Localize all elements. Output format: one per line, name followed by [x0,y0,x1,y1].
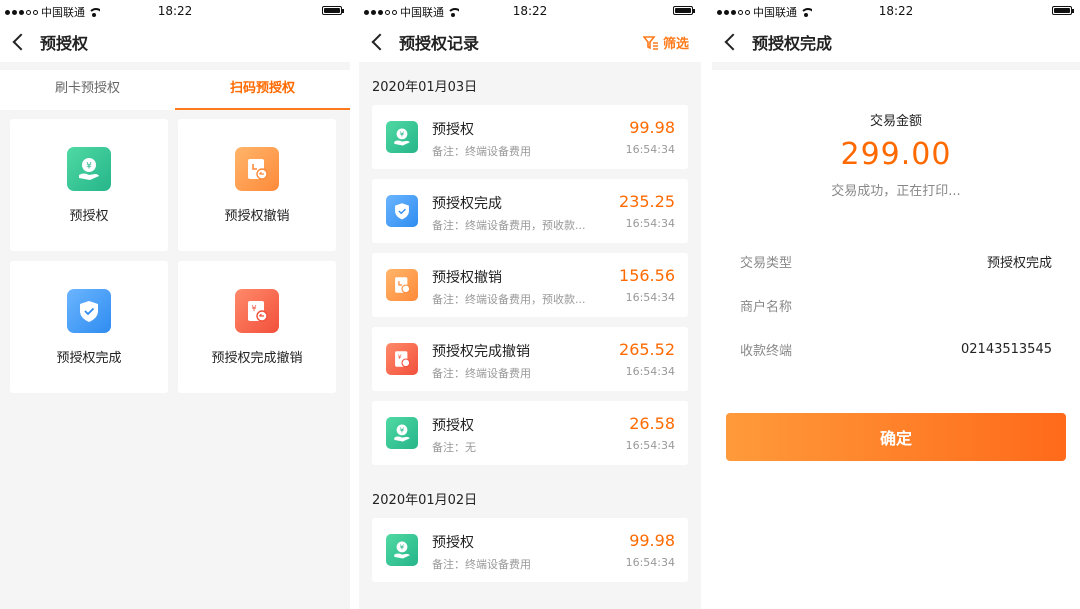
confirm-button[interactable]: 确定 [726,413,1066,461]
record-amount: 235.25 [619,192,675,211]
shield-check-icon [67,288,111,333]
record-item[interactable]: ¥ 预授权完成撤销 备注：终端设备费用 265.52 16:54:34 [372,327,688,391]
screen-preauth-records: 中国联通 18:22 预授权记录 筛选 2020年01月03日 ¥ 预授权 备注… [359,0,701,609]
record-time: 16:54:34 [625,556,675,569]
svg-text:¥: ¥ [400,427,405,435]
clock: 18:22 [512,4,548,18]
nav-bar: 预授权记录 筛选 [359,22,701,62]
date-header: 2020年01月03日 [372,80,478,95]
amount-value: 299.00 [840,137,952,172]
status-bar: 中国联通 18:22 [712,0,1080,22]
yuan-doc-undo-icon: ¥ [235,288,279,333]
status-message: 交易成功，正在打印... [831,184,961,199]
card-label: 预授权完成 [56,350,122,366]
record-name: 预授权 [432,535,474,551]
record-note: 备注：终端设备费用，预收款... [432,293,586,306]
svg-text:¥: ¥ [398,354,402,361]
page-title: 预授权记录 [399,34,480,53]
detail-row-terminal: 收款终端 02143513545 [740,327,1052,371]
record-item[interactable]: ¥ 预授权 备注：终端设备费用 99.98 16:54:34 [372,105,688,169]
detail-row-merchant: 商户名称 [740,283,1052,327]
clock: 18:22 [157,4,193,18]
svg-text:¥: ¥ [400,131,405,139]
back-arrow-icon[interactable] [359,22,399,62]
back-arrow-icon[interactable] [0,22,40,62]
filter-button[interactable]: 筛选 [642,33,689,52]
record-name: 预授权完成撤销 [432,344,530,360]
record-note: 备注：终端设备费用 [432,145,531,158]
divider [712,62,1080,70]
record-amount: 156.56 [619,266,675,285]
screen-preauth-complete-result: 中国联通 18:22 预授权完成 交易金额 299.00 交易成功，正在打印..… [712,0,1080,609]
receipt-undo-icon [386,269,418,301]
record-note: 备注：终端设备费用，预收款... [432,219,586,232]
page-title: 预授权完成 [752,34,833,53]
record-item[interactable]: ¥ 预授权 备注：终端设备费用 99.98 16:54:34 [372,518,688,582]
result-summary: 交易金额 299.00 交易成功，正在打印... [712,70,1080,199]
record-time: 16:54:34 [625,439,675,452]
screen-preauth-menu: 中国联通 18:22 预授权 刷卡预授权 扫码预授权 ¥ 预授权 预授权撤销 预… [0,0,350,609]
yuan-hand-icon: ¥ [386,417,418,449]
yuan-hand-icon: ¥ [67,146,111,191]
record-time: 16:54:34 [625,365,675,378]
detail-row-type: 交易类型 预授权完成 [740,239,1052,283]
nav-bar: 预授权完成 [712,22,1080,62]
record-time: 16:54:34 [625,291,675,304]
card-label: 预授权 [69,208,109,224]
filter-label: 筛选 [662,37,689,52]
battery-icon [322,6,344,15]
battery-icon [1052,6,1074,15]
record-amount: 265.52 [619,340,675,359]
yuan-hand-icon: ¥ [386,121,418,153]
svg-text:¥: ¥ [86,161,92,171]
detail-key: 商户名称 [740,299,793,315]
detail-key: 收款终端 [740,343,793,359]
detail-value: 02143513545 [961,341,1052,357]
record-amount: 26.58 [629,414,675,433]
yuan-doc-undo-icon: ¥ [386,343,418,375]
status-bar: 中国联通 18:22 [359,0,701,22]
record-item[interactable]: ¥ 预授权 备注：无 26.58 16:54:34 [372,401,688,465]
record-name: 预授权 [432,418,474,434]
status-bar: 中国联通 18:22 [0,0,350,22]
amount-label: 交易金额 [869,114,922,129]
record-note: 备注：终端设备费用 [432,367,531,380]
tab-scan-preauth[interactable]: 扫码预授权 [175,70,350,110]
record-name: 预授权 [432,122,474,138]
detail-list: 交易类型 预授权完成 商户名称 收款终端 02143513545 [712,239,1080,371]
nav-bar: 预授权 [0,22,350,62]
receipt-undo-icon [235,146,279,191]
page-title: 预授权 [40,34,89,53]
record-note: 备注：终端设备费用 [432,558,531,571]
detail-key: 交易类型 [740,255,793,271]
record-amount: 99.98 [629,531,675,550]
svg-text:¥: ¥ [400,544,405,552]
card-preauth-complete-cancel[interactable]: ¥ 预授权完成撤销 [178,261,336,393]
record-time: 16:54:34 [625,143,675,156]
record-amount: 99.98 [629,118,675,137]
clock: 18:22 [878,4,914,18]
date-header: 2020年01月02日 [372,493,478,508]
card-preauth-complete[interactable]: 预授权完成 [10,261,168,393]
yuan-hand-icon: ¥ [386,534,418,566]
action-grid: ¥ 预授权 预授权撤销 预授权完成 ¥ 预授权完成撤销 [0,110,350,402]
record-item[interactable]: 预授权完成 备注：终端设备费用，预收款... 235.25 16:54:34 [372,179,688,243]
record-note: 备注：无 [432,441,476,454]
tab-card-preauth[interactable]: 刷卡预授权 [0,70,175,110]
record-name: 预授权撤销 [432,270,502,286]
record-item[interactable]: 预授权撤销 备注：终端设备费用，预收款... 156.56 16:54:34 [372,253,688,317]
shield-check-icon [386,195,418,227]
card-preauth-cancel[interactable]: 预授权撤销 [178,119,336,251]
battery-icon [673,6,695,15]
detail-value: 预授权完成 [986,255,1052,271]
record-time: 16:54:34 [625,217,675,230]
filter-icon [642,35,658,50]
record-name: 预授权完成 [432,196,502,212]
tab-bar: 刷卡预授权 扫码预授权 [0,70,350,110]
card-preauth[interactable]: ¥ 预授权 [10,119,168,251]
svg-text:¥: ¥ [251,304,256,313]
back-arrow-icon[interactable] [712,22,752,62]
card-label: 预授权完成撤销 [211,350,303,366]
card-label: 预授权撤销 [224,208,290,224]
